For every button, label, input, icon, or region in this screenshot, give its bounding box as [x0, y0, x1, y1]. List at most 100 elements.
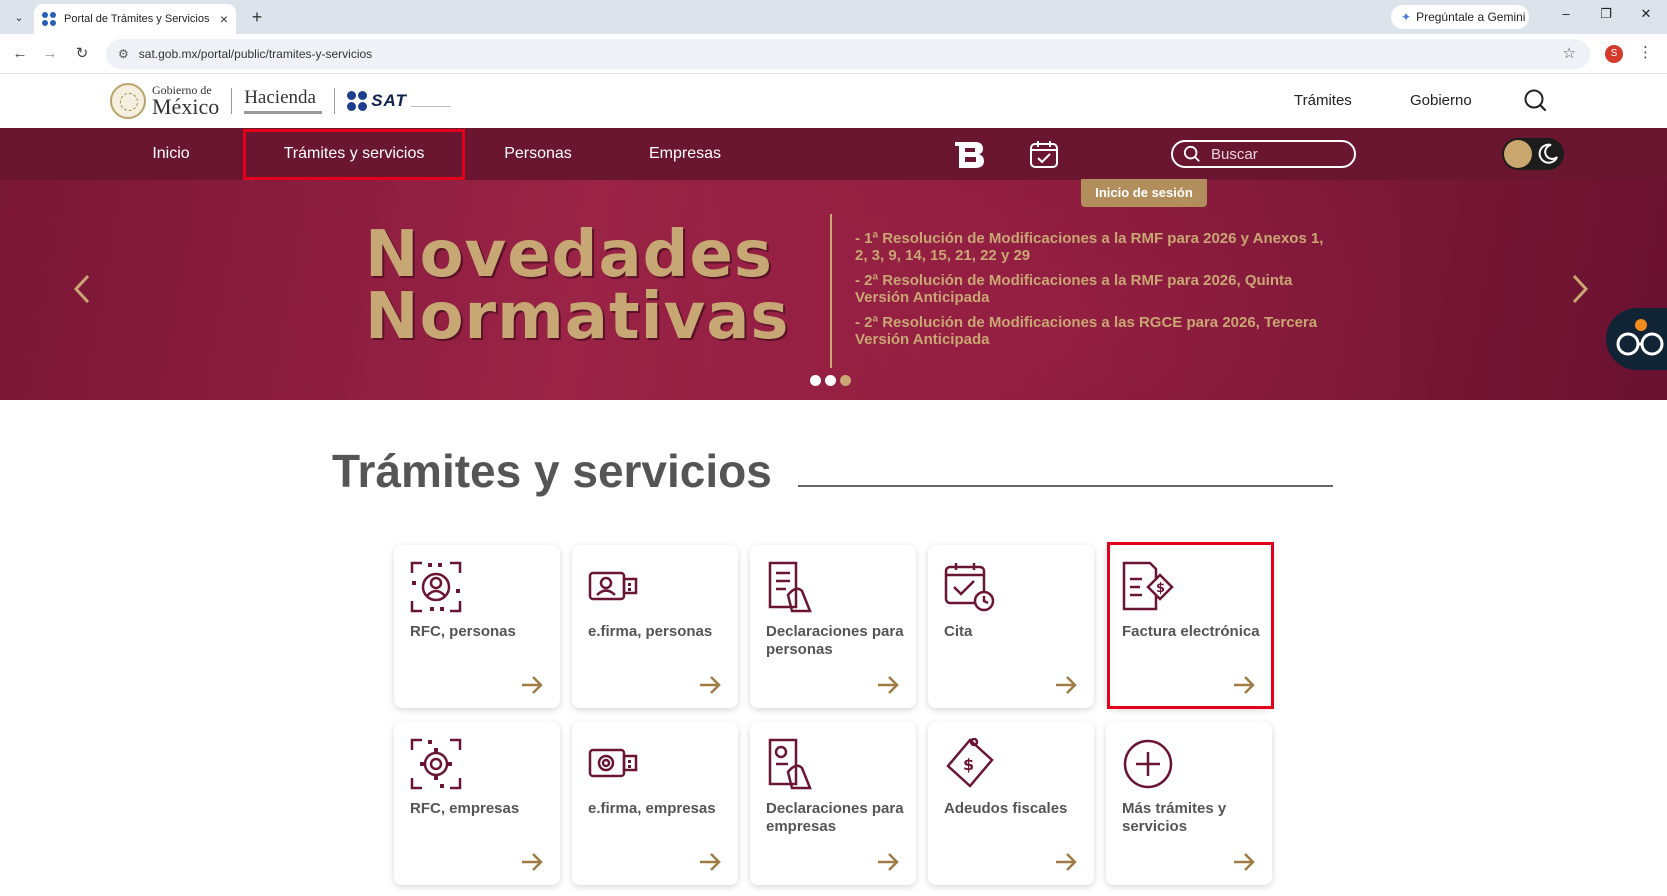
hacienda-logo: Hacienda	[244, 88, 323, 114]
card-mas-tramites[interactable]: Más trámites y servicios	[1106, 722, 1272, 885]
calendar-check-icon[interactable]	[1028, 138, 1060, 170]
moon-icon	[1538, 143, 1558, 164]
nav-inicio[interactable]: Inicio	[130, 128, 212, 180]
arrow-right-icon	[1056, 676, 1077, 694]
gemini-button[interactable]: ✦ Pregúntale a Gemini	[1391, 5, 1529, 29]
arrow-right-icon	[700, 676, 721, 694]
banner-news-list: - 1ª Resolución de Modificaciones a la R…	[855, 230, 1335, 356]
section-title: Trámites y servicios	[332, 445, 772, 497]
card-adeudos-fiscales[interactable]: $ Adeudos fiscales	[928, 722, 1094, 885]
arrow-right-icon	[878, 676, 899, 694]
banner-divider	[830, 214, 832, 368]
tab-title: Portal de Trámites y Servicios d	[63, 13, 210, 25]
theme-toggle[interactable]	[1502, 138, 1564, 170]
logo-divider	[334, 88, 336, 114]
new-tab-button[interactable]: +	[246, 6, 268, 28]
efirma-company-icon	[588, 748, 638, 778]
card-rfc-personas[interactable]: RFC, personas	[394, 545, 560, 708]
arrow-right-icon	[522, 676, 543, 694]
sat-text: SAT	[371, 91, 407, 110]
arrow-right-icon	[700, 853, 721, 871]
carousel-dot[interactable]	[825, 375, 836, 386]
card-label: Más trámites y servicios	[1122, 800, 1227, 835]
browser-toolbar: ← → ↻ ⚙ sat.gob.mx/portal/public/tramite…	[0, 34, 1667, 74]
card-label: e.firma, personas	[588, 623, 713, 640]
arrow-right-icon	[1234, 853, 1255, 871]
banner-title: Novedades Normativas	[365, 218, 790, 354]
nav-personas[interactable]: Personas	[495, 128, 581, 180]
banner-news-item[interactable]: - 2ª Resolución de Modificaciones a la R…	[855, 272, 1335, 306]
tab-close-icon[interactable]: ×	[220, 11, 228, 27]
back-icon[interactable]: ←	[8, 42, 32, 66]
carousel-dot[interactable]	[840, 375, 851, 386]
svg-text:$: $	[963, 755, 974, 774]
arrow-right-icon	[1056, 853, 1077, 871]
card-rfc-empresas[interactable]: RFC, empresas	[394, 722, 560, 885]
mexico-seal-icon	[110, 83, 146, 119]
sun-icon	[1504, 140, 1532, 168]
search-icon	[1183, 145, 1200, 162]
declaration-icon	[768, 561, 812, 613]
banner-title-line1: Novedades	[365, 218, 773, 292]
card-label: e.firma, empresas	[588, 800, 716, 817]
address-bar[interactable]: ⚙ sat.gob.mx/portal/public/tramites-y-se…	[106, 39, 1590, 69]
card-declaraciones-empresas[interactable]: Declaraciones para empresas	[750, 722, 916, 885]
gobierno-mexico-logo: Gobierno de México	[152, 84, 219, 118]
section-rule	[798, 485, 1333, 487]
efirma-person-icon	[588, 571, 638, 601]
carousel-prev-icon[interactable]	[72, 272, 92, 306]
tab-search-icon[interactable]: ⌄	[8, 6, 30, 28]
b-brand-icon[interactable]	[955, 138, 987, 170]
profile-avatar[interactable]: S	[1605, 45, 1623, 63]
rfc-person-icon	[410, 561, 462, 613]
site-settings-icon[interactable]: ⚙	[118, 47, 129, 61]
arrow-right-icon	[878, 853, 899, 871]
forward-icon[interactable]: →	[38, 42, 62, 66]
card-label: RFC, personas	[410, 623, 516, 640]
card-declaraciones-personas[interactable]: Declaraciones para personas	[750, 545, 916, 708]
carousel-dot[interactable]	[810, 375, 821, 386]
card-efirma-personas[interactable]: e.firma, personas	[572, 545, 738, 708]
card-label: Adeudos fiscales	[944, 800, 1068, 817]
banner-news-item[interactable]: - 1ª Resolución de Modificaciones a la R…	[855, 230, 1335, 264]
sat-logo: SAT	[347, 91, 451, 111]
nav-empresas[interactable]: Empresas	[640, 128, 730, 180]
url-text: sat.gob.mx/portal/public/tramites-y-serv…	[138, 47, 373, 61]
nav-search-input[interactable]: Buscar	[1171, 140, 1356, 168]
restore-icon[interactable]: ❐	[1595, 6, 1617, 22]
carousel-dots	[810, 375, 851, 386]
card-highlight-box	[1107, 542, 1274, 709]
card-efirma-empresas[interactable]: e.firma, empresas	[572, 722, 738, 885]
arrow-right-icon	[522, 853, 543, 871]
browser-tabstrip: ⌄ Portal de Trámites y Servicios d × + ✦…	[0, 0, 1667, 34]
rfc-company-icon	[410, 738, 462, 790]
reload-icon[interactable]: ↻	[70, 42, 94, 66]
kebab-menu-icon[interactable]: ⋮	[1638, 43, 1653, 61]
favicon-icon	[42, 12, 56, 26]
card-label: Cita	[944, 623, 973, 640]
government-logos[interactable]: Gobierno de México Hacienda SAT	[110, 82, 451, 120]
bookmark-star-icon[interactable]: ☆	[1563, 44, 1576, 62]
carousel-next-icon[interactable]	[1570, 272, 1590, 306]
header-link-tramites[interactable]: Trámites	[1294, 92, 1352, 109]
search-icon[interactable]	[1523, 88, 1547, 112]
header-link-gobierno[interactable]: Gobierno	[1410, 92, 1472, 109]
debt-icon: $	[946, 738, 994, 788]
accessibility-assistant-icon[interactable]	[1606, 308, 1667, 370]
calendar-check-icon	[944, 563, 995, 612]
banner-news-item[interactable]: - 2ª Resolución de Modificaciones a las …	[855, 314, 1335, 348]
card-cita[interactable]: Cita	[928, 545, 1094, 708]
hero-banner: Novedades Normativas - 1ª Resolución de …	[0, 180, 1667, 400]
search-placeholder: Buscar	[1211, 145, 1258, 163]
card-label: RFC, empresas	[410, 800, 520, 817]
plus-circle-icon	[1123, 739, 1173, 789]
banner-title-line2: Normativas	[365, 280, 790, 354]
gob-big-text: México	[152, 94, 220, 119]
login-button[interactable]: Inicio de sesión	[1081, 179, 1207, 207]
nav-highlight-box	[243, 129, 465, 180]
browser-tab[interactable]: Portal de Trámites y Servicios d ×	[34, 4, 236, 34]
minimize-icon[interactable]: –	[1555, 6, 1577, 21]
declaration-company-icon	[768, 738, 812, 790]
close-window-icon[interactable]: ✕	[1635, 6, 1657, 22]
site-header: Gobierno de México Hacienda SAT Trámites…	[0, 74, 1667, 128]
